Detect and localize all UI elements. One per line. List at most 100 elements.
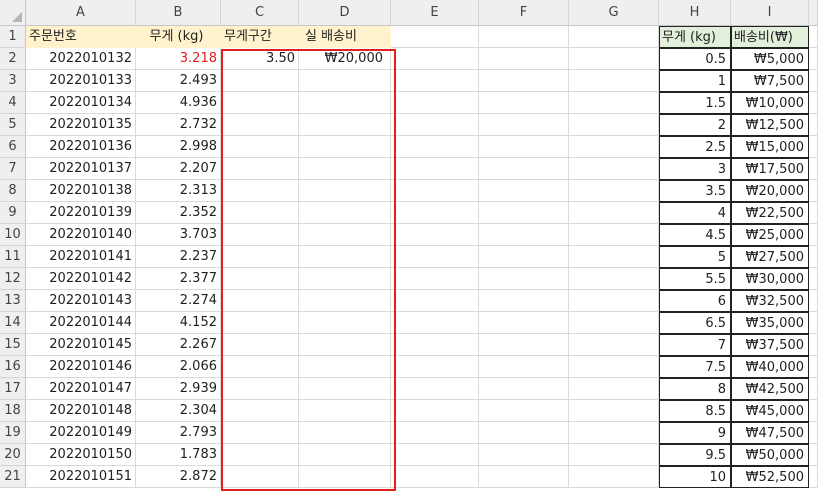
header-weight[interactable]: 무게 (kg): [136, 26, 221, 48]
rate-weight-cell[interactable]: 4: [659, 202, 731, 224]
grid-cell[interactable]: [221, 400, 299, 422]
rate-weight-cell[interactable]: 5.5: [659, 268, 731, 290]
grid-cell[interactable]: [391, 114, 479, 136]
row-header-15[interactable]: 15: [0, 334, 26, 356]
grid-cell[interactable]: [221, 356, 299, 378]
rate-weight-cell[interactable]: 5: [659, 246, 731, 268]
rate-weight-cell[interactable]: 1: [659, 70, 731, 92]
order-id-cell[interactable]: 2022010142: [26, 268, 136, 290]
grid-cell[interactable]: [391, 422, 479, 444]
rate-weight-cell[interactable]: 2: [659, 114, 731, 136]
grid-cell[interactable]: [569, 48, 659, 70]
order-id-cell[interactable]: 2022010140: [26, 224, 136, 246]
order-id-cell[interactable]: 2022010146: [26, 356, 136, 378]
rate-weight-cell[interactable]: 7.5: [659, 356, 731, 378]
grid-cell[interactable]: [569, 268, 659, 290]
grid-cell[interactable]: [391, 70, 479, 92]
grid-cell[interactable]: [391, 246, 479, 268]
weight-cell[interactable]: 2.274: [136, 290, 221, 312]
row-header-13[interactable]: 13: [0, 290, 26, 312]
grid-cell[interactable]: [221, 334, 299, 356]
grid-cell[interactable]: [479, 224, 569, 246]
column-header-i[interactable]: I: [731, 0, 809, 26]
column-header-g[interactable]: G: [569, 0, 659, 26]
grid-cell[interactable]: [569, 202, 659, 224]
grid-cell[interactable]: [809, 400, 818, 422]
rate-weight-cell[interactable]: 9: [659, 422, 731, 444]
row-header-14[interactable]: 14: [0, 312, 26, 334]
grid-cell[interactable]: [299, 158, 391, 180]
grid-cell[interactable]: [809, 356, 818, 378]
weight-cell[interactable]: 3.703: [136, 224, 221, 246]
row-header-10[interactable]: 10: [0, 224, 26, 246]
grid-cell[interactable]: [569, 70, 659, 92]
row-header-1[interactable]: 1: [0, 26, 26, 48]
rate-weight-cell[interactable]: 8: [659, 378, 731, 400]
row-header-3[interactable]: 3: [0, 70, 26, 92]
grid-cell[interactable]: [299, 290, 391, 312]
rate-fee-cell[interactable]: ₩5,000: [731, 48, 809, 70]
grid-cell[interactable]: [809, 378, 818, 400]
grid-cell[interactable]: [391, 202, 479, 224]
grid-cell[interactable]: [299, 444, 391, 466]
rate-weight-cell[interactable]: 1.5: [659, 92, 731, 114]
grid-cell[interactable]: [391, 290, 479, 312]
column-header-h[interactable]: H: [659, 0, 731, 26]
grid-cell[interactable]: [299, 378, 391, 400]
rate-fee-cell[interactable]: ₩30,000: [731, 268, 809, 290]
weight-cell[interactable]: 2.313: [136, 180, 221, 202]
grid-cell[interactable]: [221, 114, 299, 136]
rate-fee-cell[interactable]: ₩22,500: [731, 202, 809, 224]
grid-cell[interactable]: [299, 180, 391, 202]
grid-cell[interactable]: [479, 158, 569, 180]
grid-cell[interactable]: [809, 224, 818, 246]
grid-cell[interactable]: [299, 114, 391, 136]
order-id-cell[interactable]: 2022010135: [26, 114, 136, 136]
row-header-12[interactable]: 12: [0, 268, 26, 290]
row-header-2[interactable]: 2: [0, 48, 26, 70]
grid-cell[interactable]: [221, 246, 299, 268]
row-header-7[interactable]: 7: [0, 158, 26, 180]
grid-cell[interactable]: [299, 400, 391, 422]
grid-cell[interactable]: [809, 444, 818, 466]
weight-cell[interactable]: 2.377: [136, 268, 221, 290]
order-id-cell[interactable]: 2022010137: [26, 158, 136, 180]
weight-bracket-cell[interactable]: 3.50: [221, 48, 299, 70]
weight-cell[interactable]: 2.732: [136, 114, 221, 136]
grid-cell[interactable]: [569, 92, 659, 114]
grid-cell[interactable]: [479, 312, 569, 334]
grid-cell[interactable]: [299, 466, 391, 488]
column-header-b[interactable]: B: [136, 0, 221, 26]
rate-weight-cell[interactable]: 10: [659, 466, 731, 488]
grid-cell[interactable]: [569, 378, 659, 400]
weight-cell[interactable]: 4.152: [136, 312, 221, 334]
order-id-cell[interactable]: 2022010144: [26, 312, 136, 334]
weight-cell[interactable]: 3.218: [136, 48, 221, 70]
grid-cell[interactable]: [569, 158, 659, 180]
grid-cell[interactable]: [299, 70, 391, 92]
weight-cell[interactable]: 2.066: [136, 356, 221, 378]
select-all-corner[interactable]: [0, 0, 26, 26]
grid-cell[interactable]: [569, 312, 659, 334]
row-header-19[interactable]: 19: [0, 422, 26, 444]
grid-cell[interactable]: [221, 70, 299, 92]
grid-cell[interactable]: [479, 180, 569, 202]
grid-cell[interactable]: [221, 268, 299, 290]
rate-fee-cell[interactable]: ₩32,500: [731, 290, 809, 312]
weight-cell[interactable]: 2.939: [136, 378, 221, 400]
grid-cell[interactable]: [569, 290, 659, 312]
grid-cell[interactable]: [809, 268, 818, 290]
rate-fee-cell[interactable]: ₩7,500: [731, 70, 809, 92]
grid-cell[interactable]: [221, 378, 299, 400]
grid-cell[interactable]: [221, 180, 299, 202]
grid-cell[interactable]: [569, 136, 659, 158]
grid-cell[interactable]: [221, 202, 299, 224]
grid-cell[interactable]: [479, 136, 569, 158]
grid-cell[interactable]: [391, 180, 479, 202]
rate-fee-cell[interactable]: ₩35,000: [731, 312, 809, 334]
grid-cell[interactable]: [221, 422, 299, 444]
grid-cell[interactable]: [809, 114, 818, 136]
rate-header-fee[interactable]: 배송비(₩): [731, 26, 809, 48]
row-header-9[interactable]: 9: [0, 202, 26, 224]
grid-cell[interactable]: [299, 422, 391, 444]
